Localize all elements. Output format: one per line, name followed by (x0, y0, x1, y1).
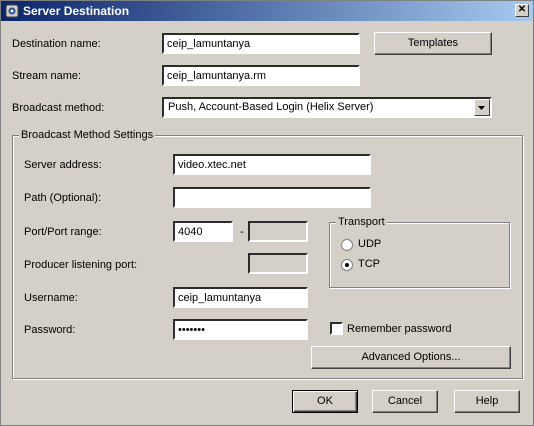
server-address-input[interactable]: video.xtec.net (173, 154, 371, 175)
help-button[interactable]: Help (454, 390, 520, 413)
remember-password-label: Remember password (347, 323, 452, 335)
producer-listening-port-input (248, 253, 308, 274)
advanced-options-button[interactable]: Advanced Options... (311, 346, 511, 369)
broadcast-method-label: Broadcast method: (12, 102, 105, 114)
username-input[interactable]: ceip_lamuntanya (173, 287, 308, 308)
app-icon (5, 4, 19, 18)
title-bar[interactable]: Server Destination ✕ (1, 1, 533, 21)
udp-label: UDP (358, 238, 382, 250)
password-input[interactable]: ••••••• (173, 319, 308, 340)
transport-title: Transport (336, 216, 387, 228)
broadcast-method-value: Push, Account-Based Login (Helix Server) (168, 101, 374, 113)
window-title: Server Destination (23, 4, 130, 18)
radio-selected-dot (345, 263, 349, 267)
stream-name-label: Stream name: (12, 70, 82, 82)
close-icon: ✕ (517, 4, 527, 15)
username-label: Username: (24, 292, 78, 304)
path-label: Path (Optional): (24, 192, 102, 204)
port-end-input (248, 221, 308, 242)
ok-button[interactable]: OK (292, 390, 358, 413)
stream-name-input[interactable]: ceip_lamuntanya.rm (162, 65, 360, 86)
destination-name-input[interactable]: ceip_lamuntanya (162, 33, 360, 54)
port-range-dash: - (240, 226, 244, 238)
broadcast-method-settings-title: Broadcast Method Settings (19, 129, 156, 141)
port-range-label: Port/Port range: (24, 226, 102, 238)
server-destination-dialog: Server Destination ✕ Destination name: c… (0, 0, 534, 426)
port-start-input[interactable]: 4040 (173, 221, 233, 242)
tcp-label: TCP (358, 258, 380, 270)
transport-group (329, 222, 510, 288)
path-input[interactable] (173, 187, 371, 208)
cancel-button[interactable]: Cancel (372, 390, 438, 413)
udp-radio[interactable] (341, 239, 353, 251)
password-label: Password: (24, 324, 76, 336)
close-button[interactable]: ✕ (515, 4, 529, 17)
chevron-down-icon[interactable] (474, 99, 490, 116)
tcp-radio[interactable] (341, 259, 353, 271)
destination-name-label: Destination name: (12, 38, 101, 50)
remember-password-checkbox[interactable] (330, 322, 343, 335)
broadcast-method-select[interactable]: Push, Account-Based Login (Helix Server) (162, 97, 492, 118)
templates-button[interactable]: Templates (374, 32, 492, 55)
producer-listening-port-label: Producer listening port: (24, 259, 138, 271)
server-address-label: Server address: (24, 159, 102, 171)
